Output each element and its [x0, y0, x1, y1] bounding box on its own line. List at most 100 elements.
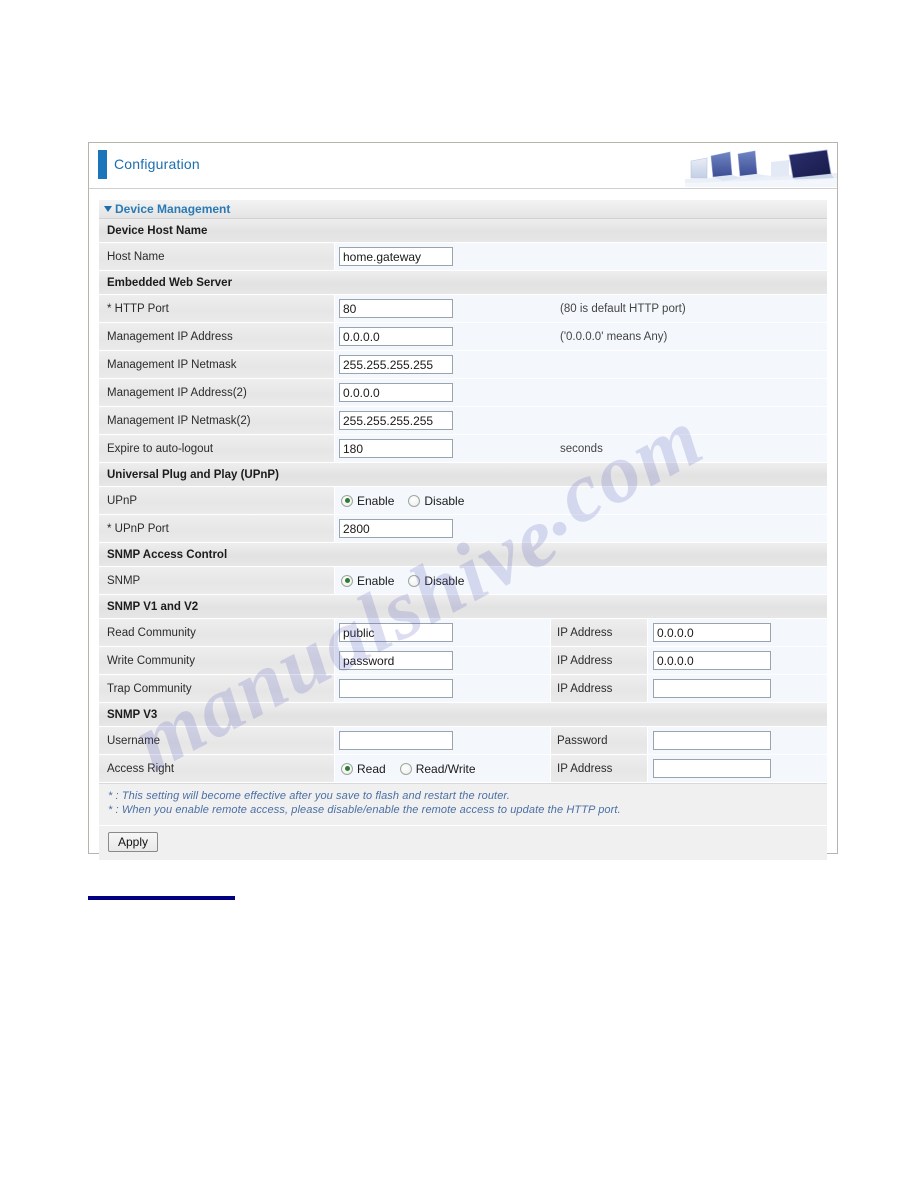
section-title: Device Management: [115, 202, 231, 216]
snmp-disable-option[interactable]: Disable: [408, 574, 464, 588]
note-management-ip-netmask-2: [550, 407, 827, 434]
upnp-port-input[interactable]: [339, 519, 453, 538]
footnote-2: * : When you enable remote access, pleas…: [108, 804, 621, 816]
field-read-community-ip: [648, 619, 827, 646]
snmp-enable-label: Enable: [357, 573, 395, 588]
field-access-right-ip: [648, 755, 827, 782]
management-ip-netmask-2-input[interactable]: [339, 411, 453, 430]
note-host-name: [550, 243, 827, 270]
footnote-1: * : This setting will become effective a…: [108, 790, 510, 802]
group-label: Universal Plug and Play (UPnP): [107, 468, 279, 481]
label-password: Password: [550, 727, 648, 754]
access-right-read-label: Read: [357, 761, 386, 776]
label-write-community-ip: IP Address: [550, 647, 648, 674]
radio-unselected-icon: [408, 574, 421, 587]
group-header-snmp-access-control: SNMP Access Control: [99, 543, 827, 567]
label-host-name: Host Name: [99, 243, 335, 270]
label-access-right: Access Right: [99, 755, 335, 782]
page-title: Configuration: [114, 156, 200, 172]
management-ip-address-2-input[interactable]: [339, 383, 453, 402]
radio-selected-icon: [341, 494, 353, 507]
management-ip-address-input[interactable]: [339, 327, 453, 346]
label-trap-community-ip: IP Address: [550, 675, 648, 702]
group-header-snmp-v1-v2: SNMP V1 and V2: [99, 595, 827, 619]
field-upnp: Enable Disable: [335, 487, 550, 514]
row-upnp: UPnP Enable Disable: [99, 487, 827, 515]
read-community-ip-input[interactable]: [653, 623, 771, 642]
note-expire-auto-logout: seconds: [550, 435, 827, 462]
username-input[interactable]: [339, 731, 453, 750]
computers-monitors-graphic: [685, 145, 837, 187]
row-management-ip-address: Management IP Address ('0.0.0.0' means A…: [99, 323, 827, 351]
access-right-readwrite-option[interactable]: Read/Write: [399, 761, 476, 776]
note-snmp: [550, 567, 827, 594]
access-right-ip-input[interactable]: [653, 759, 771, 778]
label-read-community-ip: IP Address: [550, 619, 648, 646]
note-management-ip-netmask: [550, 351, 827, 378]
row-management-ip-netmask-2: Management IP Netmask(2): [99, 407, 827, 435]
label-management-ip-netmask-2: Management IP Netmask(2): [99, 407, 335, 434]
note-management-ip-address: ('0.0.0.0' means Any): [550, 323, 827, 350]
read-community-input[interactable]: [339, 623, 453, 642]
bottom-rule: [88, 896, 235, 900]
trap-community-input[interactable]: [339, 679, 453, 698]
field-management-ip-address-2: [335, 379, 550, 406]
device-management-section-header[interactable]: Device Management: [99, 200, 827, 219]
row-host-name: Host Name: [99, 243, 827, 271]
row-upnp-port: * UPnP Port: [99, 515, 827, 543]
label-management-ip-address-2: Management IP Address(2): [99, 379, 335, 406]
upnp-disable-option[interactable]: Disable: [408, 494, 464, 508]
field-password: [648, 727, 827, 754]
apply-area: Apply: [99, 825, 827, 860]
field-management-ip-netmask-2: [335, 407, 550, 434]
field-expire-auto-logout: [335, 435, 550, 462]
note-management-ip-address-2: [550, 379, 827, 406]
label-management-ip-netmask: Management IP Netmask: [99, 351, 335, 378]
upnp-disable-label: Disable: [424, 493, 465, 508]
field-write-community: [335, 647, 550, 674]
trap-community-ip-input[interactable]: [653, 679, 771, 698]
field-write-community-ip: [648, 647, 827, 674]
field-username: [335, 727, 550, 754]
snmp-enable-option[interactable]: Enable: [341, 574, 394, 588]
field-http-port: [335, 295, 550, 322]
upnp-enable-option[interactable]: Enable: [341, 494, 394, 508]
radio-selected-icon: [341, 762, 353, 775]
field-read-community: [335, 619, 550, 646]
http-port-input[interactable]: [339, 299, 453, 318]
radio-unselected-icon: [399, 762, 412, 775]
panel-body: Device Management Device Host Name Host …: [89, 189, 837, 860]
field-snmp: Enable Disable: [335, 567, 550, 594]
row-username: Username Password: [99, 727, 827, 755]
field-upnp-port: [335, 515, 550, 542]
field-trap-community-ip: [648, 675, 827, 702]
row-write-community: Write Community IP Address: [99, 647, 827, 675]
label-username: Username: [99, 727, 335, 754]
access-right-read-option[interactable]: Read: [341, 762, 386, 776]
group-header-upnp: Universal Plug and Play (UPnP): [99, 463, 827, 487]
password-input[interactable]: [653, 731, 771, 750]
accent-bar: [98, 150, 107, 179]
management-ip-netmask-input[interactable]: [339, 355, 453, 374]
field-access-right: Read Read/Write: [335, 755, 550, 782]
expire-auto-logout-input[interactable]: [339, 439, 453, 458]
write-community-ip-input[interactable]: [653, 651, 771, 670]
note-http-port: (80 is default HTTP port): [550, 295, 827, 322]
label-upnp-port: * UPnP Port: [99, 515, 335, 542]
row-snmp: SNMP Enable Disable: [99, 567, 827, 595]
apply-button[interactable]: Apply: [108, 832, 159, 852]
panel-banner: Configuration: [89, 143, 837, 189]
row-http-port: * HTTP Port (80 is default HTTP port): [99, 295, 827, 323]
host-name-input[interactable]: [339, 247, 453, 266]
group-header-device-host-name: Device Host Name: [99, 219, 827, 243]
access-right-readwrite-label: Read/Write: [415, 761, 476, 776]
write-community-input[interactable]: [339, 651, 453, 670]
snmp-radio-group: Enable Disable: [339, 574, 478, 588]
label-read-community: Read Community: [99, 619, 335, 646]
access-right-radio-group: Read Read/Write: [339, 762, 490, 776]
label-access-right-ip: IP Address: [550, 755, 648, 782]
label-http-port: * HTTP Port: [99, 295, 335, 322]
row-trap-community: Trap Community IP Address: [99, 675, 827, 703]
group-label: Embedded Web Server: [107, 276, 233, 289]
label-expire-auto-logout: Expire to auto-logout: [99, 435, 335, 462]
